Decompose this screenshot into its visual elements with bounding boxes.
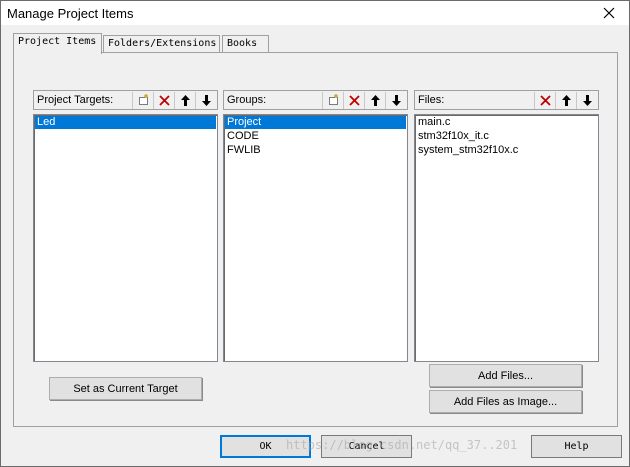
add-files-as-image-button[interactable]: Add Files as Image... bbox=[429, 390, 582, 413]
groups-label: Groups: bbox=[227, 94, 267, 106]
project-targets-label: Project Targets: bbox=[37, 94, 114, 106]
list-item-file[interactable]: system_stm32f10x.c bbox=[416, 144, 597, 157]
project-targets-header: Project Targets: bbox=[33, 90, 218, 110]
manage-project-items-dialog: Manage Project Items Project Items Folde… bbox=[0, 0, 630, 467]
move-down-group-button[interactable] bbox=[385, 92, 406, 109]
arrow-up-icon bbox=[561, 95, 571, 106]
new-target-button[interactable] bbox=[132, 92, 153, 109]
ok-button[interactable]: OK bbox=[220, 435, 311, 458]
cancel-button[interactable]: Cancel bbox=[321, 435, 412, 458]
title-bar: Manage Project Items bbox=[1, 1, 629, 25]
help-button[interactable]: Help bbox=[531, 435, 622, 458]
list-item-group[interactable]: FWLIB bbox=[225, 144, 406, 157]
move-up-target-button[interactable] bbox=[174, 92, 195, 109]
move-down-file-button[interactable] bbox=[576, 92, 597, 109]
list-item-group[interactable]: CODE bbox=[225, 130, 406, 143]
delete-icon bbox=[348, 95, 360, 106]
arrow-up-icon bbox=[180, 95, 190, 106]
files-panel: Files: main.c stm32f10x_it.c system_stm3… bbox=[414, 90, 599, 362]
close-button[interactable] bbox=[589, 1, 629, 25]
new-item-icon bbox=[138, 94, 148, 105]
files-list[interactable]: main.c stm32f10x_it.c system_stm32f10x.c bbox=[414, 114, 599, 362]
arrow-down-icon bbox=[391, 95, 401, 106]
new-group-button[interactable] bbox=[322, 92, 343, 109]
list-item-file[interactable]: stm32f10x_it.c bbox=[416, 130, 597, 143]
close-icon bbox=[603, 7, 615, 19]
delete-icon bbox=[158, 95, 170, 106]
arrow-up-icon bbox=[370, 95, 380, 106]
move-down-target-button[interactable] bbox=[195, 92, 216, 109]
project-targets-panel: Project Targets: Led bbox=[33, 90, 218, 362]
set-current-target-button[interactable]: Set as Current Target bbox=[49, 377, 202, 400]
tab-books[interactable]: Books bbox=[222, 35, 269, 52]
move-up-group-button[interactable] bbox=[364, 92, 385, 109]
dialog-title: Manage Project Items bbox=[7, 6, 134, 21]
delete-file-button[interactable] bbox=[534, 92, 555, 109]
files-header: Files: bbox=[414, 90, 599, 110]
groups-list[interactable]: Project CODE FWLIB bbox=[223, 114, 408, 362]
list-item-target[interactable]: Led bbox=[35, 116, 216, 129]
arrow-down-icon bbox=[201, 95, 211, 106]
groups-header: Groups: bbox=[223, 90, 408, 110]
list-item-group[interactable]: Project bbox=[225, 116, 406, 129]
tab-project-items[interactable]: Project Items bbox=[13, 33, 102, 54]
arrow-down-icon bbox=[582, 95, 592, 106]
delete-target-button[interactable] bbox=[153, 92, 174, 109]
new-item-icon bbox=[328, 94, 338, 105]
add-files-button[interactable]: Add Files... bbox=[429, 364, 582, 387]
files-label: Files: bbox=[418, 94, 445, 106]
tab-folders-extensions[interactable]: Folders/Extensions bbox=[103, 35, 220, 52]
delete-icon bbox=[539, 95, 551, 106]
project-targets-list[interactable]: Led bbox=[33, 114, 218, 362]
list-item-file[interactable]: main.c bbox=[416, 116, 597, 129]
move-up-file-button[interactable] bbox=[555, 92, 576, 109]
groups-panel: Groups: Project CODE FWLIB bbox=[223, 90, 408, 362]
delete-group-button[interactable] bbox=[343, 92, 364, 109]
